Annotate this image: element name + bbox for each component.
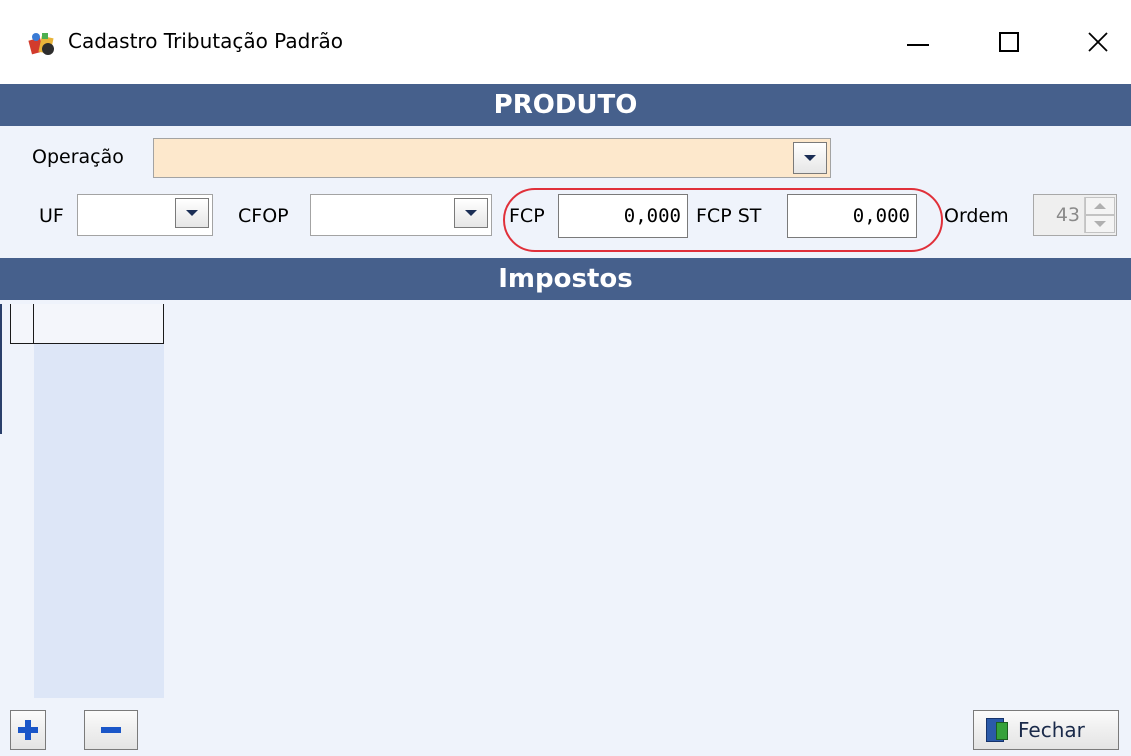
uf-label: UF	[39, 205, 64, 227]
title-bar: Cadastro Tributação Padrão	[0, 0, 1131, 84]
fcp-input[interactable]: 0,000	[558, 194, 688, 238]
impostos-grid-header	[10, 304, 164, 344]
spin-down-button[interactable]	[1085, 215, 1115, 233]
maximize-button[interactable]	[979, 20, 1039, 64]
operacao-select[interactable]	[153, 138, 831, 178]
section-header-impostos: Impostos	[0, 258, 1131, 300]
fcp-st-label: FCP ST	[696, 205, 762, 227]
exit-door-icon	[986, 718, 1008, 742]
cfop-label: CFOP	[238, 205, 289, 227]
maximize-icon	[999, 32, 1019, 52]
operacao-label: Operação	[32, 146, 124, 168]
uf-dropdown-button[interactable]	[175, 198, 209, 228]
ordem-value: 43	[1055, 204, 1080, 226]
ordem-label: Ordem	[944, 205, 1009, 227]
arrow-down-icon	[1094, 221, 1106, 227]
fcp-label: FCP	[509, 205, 545, 227]
close-window-button[interactable]	[1068, 20, 1128, 64]
fcp-st-input[interactable]: 0,000	[787, 194, 917, 238]
operacao-dropdown-button[interactable]	[793, 142, 827, 174]
cfop-select[interactable]	[310, 194, 492, 236]
minimize-button[interactable]	[888, 20, 948, 64]
ordem-spinner[interactable]: 43	[1033, 194, 1117, 236]
section-header-produto: PRODUTO	[0, 84, 1131, 126]
fechar-button[interactable]: Fechar	[973, 710, 1119, 750]
minimize-icon	[907, 44, 929, 46]
add-button[interactable]	[10, 710, 46, 750]
plus-icon	[18, 720, 38, 740]
chevron-down-icon	[186, 210, 198, 216]
panel-left-edge	[0, 304, 2, 434]
app-icon	[28, 33, 54, 55]
spinner-arrows	[1084, 197, 1115, 233]
spin-up-button[interactable]	[1085, 197, 1115, 215]
minus-icon	[101, 727, 121, 733]
cfop-dropdown-button[interactable]	[454, 198, 488, 228]
uf-select[interactable]	[77, 194, 213, 236]
chevron-down-icon	[465, 210, 477, 216]
close-icon	[1088, 32, 1108, 52]
chevron-down-icon	[804, 155, 816, 161]
window-title: Cadastro Tributação Padrão	[68, 29, 344, 53]
impostos-grid-column[interactable]	[34, 344, 164, 698]
fechar-label: Fechar	[1018, 718, 1085, 742]
remove-button[interactable]	[84, 710, 138, 750]
grid-column-separator	[33, 304, 34, 344]
arrow-up-icon	[1094, 203, 1106, 209]
impostos-panel	[0, 300, 1131, 756]
